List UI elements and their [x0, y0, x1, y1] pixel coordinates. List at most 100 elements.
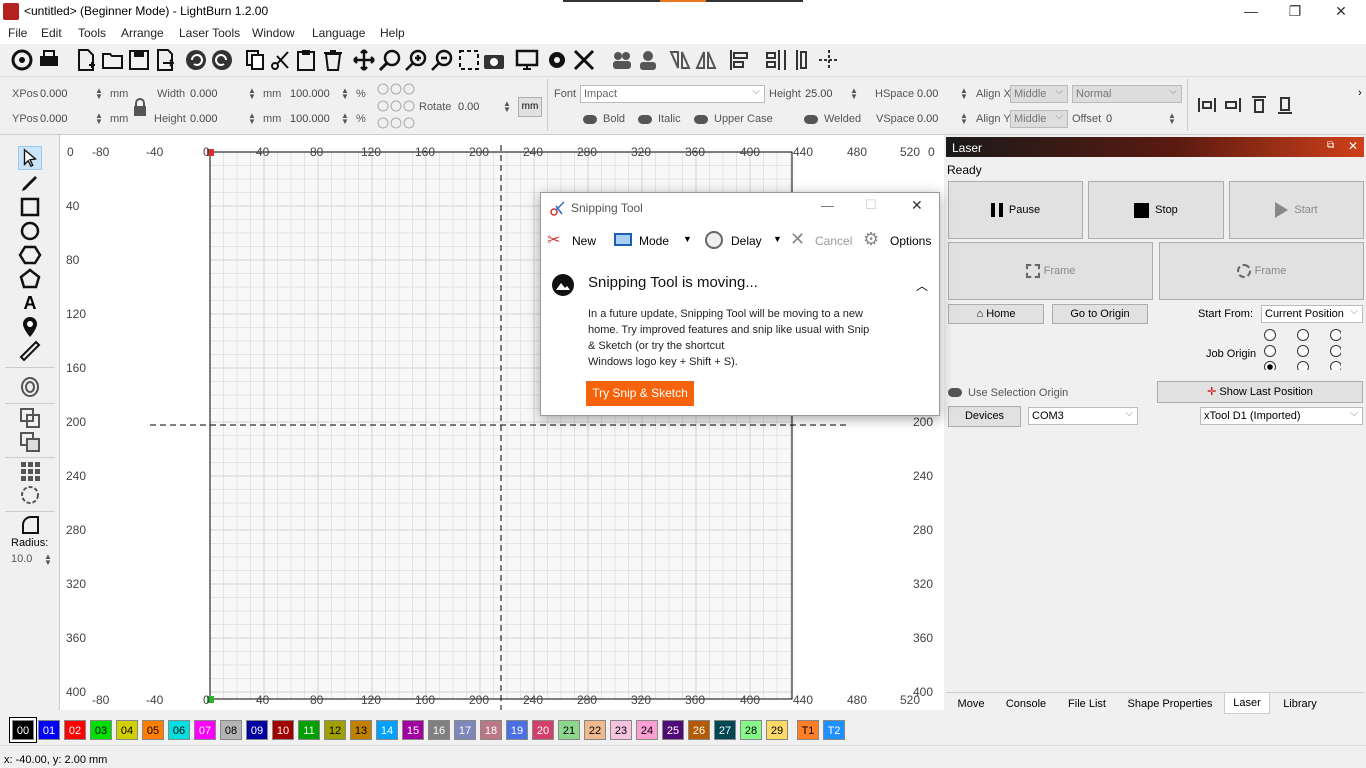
- weld-icon[interactable]: [18, 406, 42, 430]
- layer-swatch-06[interactable]: 06: [168, 720, 190, 740]
- job-origin-grid[interactable]: [1261, 328, 1342, 373]
- menu-window[interactable]: Window: [252, 26, 295, 40]
- layer-swatch-16[interactable]: 16: [428, 720, 450, 740]
- layer-swatch-27[interactable]: 27: [714, 720, 736, 740]
- layer-swatch-09[interactable]: 09: [246, 720, 268, 740]
- snip-mode-button[interactable]: Mode ▼: [611, 229, 693, 251]
- paste-icon[interactable]: [294, 48, 318, 72]
- layer-swatch-13[interactable]: 13: [350, 720, 372, 740]
- center-icon[interactable]: [817, 48, 841, 72]
- rotate-stepper[interactable]: ▲ ▼: [503, 100, 511, 114]
- new-file-icon[interactable]: [74, 48, 98, 72]
- undo-icon[interactable]: [184, 48, 208, 72]
- text-mode-select[interactable]: Normal: [1072, 85, 1182, 103]
- measure-icon[interactable]: [18, 339, 42, 363]
- snip-cancel-button[interactable]: ✕ Cancel: [789, 229, 855, 251]
- flip-horizontal-icon[interactable]: [668, 48, 692, 72]
- pentagon-icon[interactable]: [18, 267, 42, 291]
- xpos-stepper[interactable]: ▲ ▼: [95, 87, 103, 101]
- layer-swatch-10[interactable]: 10: [272, 720, 294, 740]
- minimize-button[interactable]: —: [1228, 0, 1274, 24]
- layer-swatch-T2[interactable]: T2: [823, 720, 845, 740]
- layer-swatch-19[interactable]: 19: [506, 720, 528, 740]
- dock-align-icon-4[interactable]: [1275, 95, 1295, 115]
- layer-swatch-29[interactable]: 29: [766, 720, 788, 740]
- distribute-v-icon[interactable]: [791, 48, 815, 72]
- select-frame-icon[interactable]: [457, 48, 481, 72]
- welded-toggle[interactable]: [804, 115, 818, 124]
- dock-align-icon-1[interactable]: [1197, 95, 1217, 115]
- layer-swatch-00[interactable]: 00: [10, 718, 36, 742]
- zoom-out-icon[interactable]: [430, 48, 454, 72]
- panel-close-icon[interactable]: ✕: [1348, 139, 1358, 153]
- camera-icon[interactable]: [482, 48, 506, 72]
- corner-radius-icon[interactable]: [18, 513, 42, 537]
- menu-edit[interactable]: Edit: [41, 26, 62, 40]
- layer-swatch-04[interactable]: 04: [116, 720, 138, 740]
- layer-swatch-12[interactable]: 12: [324, 720, 346, 740]
- hspace-stepper[interactable]: ▲ ▼: [960, 87, 968, 101]
- bold-toggle[interactable]: [583, 115, 597, 124]
- height-stepper[interactable]: ▲ ▼: [248, 112, 256, 126]
- layer-swatch-14[interactable]: 14: [376, 720, 398, 740]
- ellipse-icon[interactable]: [18, 219, 42, 243]
- layer-swatch-01[interactable]: 01: [38, 720, 60, 740]
- settings-icon[interactable]: [545, 48, 569, 72]
- uppercase-toggle[interactable]: [694, 115, 708, 124]
- offset-stepper[interactable]: ▲ ▼: [1168, 112, 1176, 126]
- pause-button[interactable]: Pause: [948, 181, 1083, 239]
- font-height-field[interactable]: 25.00: [805, 88, 833, 100]
- radius-stepper[interactable]: ▲ ▼: [44, 553, 52, 567]
- menu-arrange[interactable]: Arrange: [121, 26, 164, 40]
- zoom-in-icon[interactable]: [404, 48, 428, 72]
- copy-icon[interactable]: [243, 48, 267, 72]
- tab-shape-properties[interactable]: Shape Properties: [1118, 695, 1222, 713]
- menu-language[interactable]: Language: [312, 26, 365, 40]
- device-settings-icon[interactable]: [10, 48, 34, 72]
- try-snip-sketch-button[interactable]: Try Snip & Sketch: [586, 381, 694, 406]
- layer-swatch-17[interactable]: 17: [454, 720, 476, 740]
- undock-icon[interactable]: ⧉: [1327, 140, 1334, 151]
- frame-button[interactable]: Frame: [948, 242, 1153, 300]
- ypos-stepper[interactable]: ▲ ▼: [95, 112, 103, 126]
- delete-icon[interactable]: [321, 48, 345, 72]
- move-icon[interactable]: [352, 48, 376, 72]
- hspace-field[interactable]: 0.00: [917, 88, 938, 100]
- layer-swatch-18[interactable]: 18: [480, 720, 502, 740]
- layer-swatch-02[interactable]: 02: [64, 720, 86, 740]
- devices-button[interactable]: Devices: [948, 406, 1021, 427]
- frame-circle-button[interactable]: Frame: [1159, 242, 1364, 300]
- units-toggle-button[interactable]: mm: [518, 97, 542, 117]
- rectangle-icon[interactable]: [18, 195, 42, 219]
- height-field[interactable]: 0.000: [190, 113, 218, 125]
- text-icon[interactable]: A: [18, 291, 42, 315]
- group-icon[interactable]: [610, 48, 634, 72]
- lock-icon[interactable]: [132, 97, 148, 117]
- layer-swatch-28[interactable]: 28: [740, 720, 762, 740]
- menu-help[interactable]: Help: [380, 26, 405, 40]
- pen-icon[interactable]: [18, 171, 42, 195]
- offset-shape-icon[interactable]: [18, 375, 42, 399]
- cut-icon[interactable]: [268, 48, 292, 72]
- polygon-icon[interactable]: [18, 243, 42, 267]
- anchor-grid[interactable]: [376, 81, 416, 131]
- vspace-field[interactable]: 0.00: [917, 113, 938, 125]
- open-file-icon[interactable]: [101, 48, 125, 72]
- tab-move[interactable]: Move: [948, 695, 994, 713]
- use-selection-origin-toggle[interactable]: [948, 388, 962, 397]
- layer-swatch-23[interactable]: 23: [610, 720, 632, 740]
- tools-icon[interactable]: [572, 48, 596, 72]
- menu-laser-tools[interactable]: Laser Tools: [179, 26, 240, 40]
- layer-swatch-07[interactable]: 07: [194, 720, 216, 740]
- tab-file-list[interactable]: File List: [1058, 695, 1116, 713]
- monitor-icon[interactable]: [515, 48, 539, 72]
- offset-field[interactable]: 0: [1106, 113, 1112, 125]
- width-field[interactable]: 0.000: [190, 88, 218, 100]
- layer-swatch-26[interactable]: 26: [688, 720, 710, 740]
- tab-laser[interactable]: Laser: [1224, 693, 1270, 714]
- alignx-select[interactable]: Middle: [1010, 85, 1068, 103]
- scale-width-stepper[interactable]: ▲ ▼: [341, 87, 349, 101]
- stop-button[interactable]: Stop: [1088, 181, 1224, 239]
- layer-swatch-21[interactable]: 21: [558, 720, 580, 740]
- snip-new-button[interactable]: ✂ New: [545, 229, 605, 251]
